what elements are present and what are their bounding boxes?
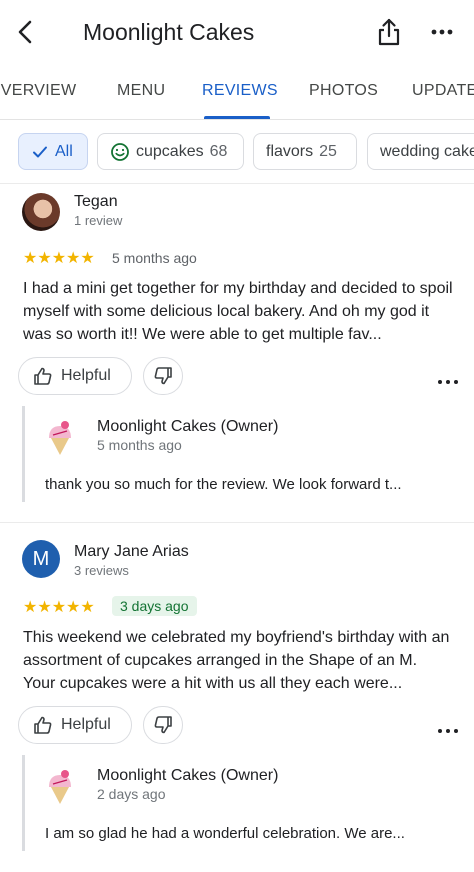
chip-flavors[interactable]: flavors 25 xyxy=(253,133,357,170)
not-helpful-button[interactable] xyxy=(143,357,183,395)
more-horizontal-icon xyxy=(438,729,458,733)
more-options-button[interactable] xyxy=(428,20,456,44)
not-helpful-button[interactable] xyxy=(143,706,183,744)
review-more-button[interactable] xyxy=(437,722,459,733)
owner-response: Moonlight Cakes (Owner) 2 days ago I am … xyxy=(22,755,474,851)
tab-overview[interactable]: OVERVIEW xyxy=(0,82,76,100)
more-horizontal-icon xyxy=(438,380,458,384)
owner-name: Moonlight Cakes (Owner) xyxy=(97,418,279,435)
owner-name: Moonlight Cakes (Owner) xyxy=(97,767,279,784)
reviewer-name[interactable]: Tegan xyxy=(74,193,118,211)
more-horizontal-icon xyxy=(431,29,453,35)
reviewer-review-count: 3 reviews xyxy=(74,563,129,578)
thumbs-up-icon xyxy=(34,716,52,734)
owner-reply-text[interactable]: I am so glad he had a wonderful celebrat… xyxy=(45,825,465,842)
owner-response: Moonlight Cakes (Owner) 5 months ago tha… xyxy=(22,406,474,502)
chip-count: 68 xyxy=(209,142,228,160)
divider xyxy=(0,522,474,523)
owner-reply-text[interactable]: thank you so much for the review. We loo… xyxy=(45,476,465,493)
review-more-button[interactable] xyxy=(437,373,459,384)
business-logo-icon xyxy=(43,418,77,456)
helpful-label: Helpful xyxy=(61,716,111,733)
review-date: 5 months ago xyxy=(112,250,197,266)
chip-all[interactable]: All xyxy=(18,133,88,170)
share-button[interactable] xyxy=(374,17,404,47)
business-logo-icon xyxy=(43,767,77,805)
tab-reviews[interactable]: REVIEWS xyxy=(202,82,278,100)
chip-count: 25 xyxy=(319,142,337,160)
chip-label: All xyxy=(55,142,73,160)
review-filter-chips: All cupcakes 68 flavors 25 wedding cake xyxy=(0,133,474,171)
review-text[interactable]: This weekend we celebrated my boyfriend'… xyxy=(23,626,453,695)
review-card: M Mary Jane Arias 3 reviews ★★★★★ 3 days… xyxy=(0,533,474,872)
avatar[interactable]: M xyxy=(22,540,60,578)
avatar[interactable] xyxy=(22,193,60,231)
smiley-icon xyxy=(110,142,130,162)
thumbs-down-icon xyxy=(154,367,172,385)
page-title: Moonlight Cakes xyxy=(83,19,255,45)
tab-menu[interactable]: MENU xyxy=(117,82,165,100)
reviewer-name[interactable]: Mary Jane Arias xyxy=(74,543,189,561)
review-text[interactable]: I had a mini get together for my birthda… xyxy=(23,277,453,346)
top-app-bar: Moonlight Cakes xyxy=(0,0,474,64)
chip-cupcakes[interactable]: cupcakes 68 xyxy=(97,133,244,170)
active-tab-indicator xyxy=(204,116,270,119)
share-icon xyxy=(378,18,400,46)
chevron-left-icon xyxy=(18,20,32,44)
star-rating: ★★★★★ xyxy=(23,250,95,267)
thumbs-down-icon xyxy=(154,716,172,734)
tab-bar: OVERVIEW MENU REVIEWS PHOTOS UPDATES xyxy=(0,64,474,120)
review-card: Tegan 1 review ★★★★★ 5 months ago I had … xyxy=(0,184,474,522)
back-button[interactable] xyxy=(12,18,40,46)
chip-label: flavors xyxy=(266,142,314,160)
chip-label: wedding cake xyxy=(380,142,474,160)
chip-wedding-cake[interactable]: wedding cake xyxy=(367,133,474,170)
helpful-button[interactable]: Helpful xyxy=(18,706,132,744)
tab-photos[interactable]: PHOTOS xyxy=(309,82,378,100)
reviewer-review-count: 1 review xyxy=(74,213,123,228)
thumbs-up-icon xyxy=(34,367,52,385)
owner-reply-date: 2 days ago xyxy=(97,786,166,802)
check-icon xyxy=(31,143,49,161)
review-date: 3 days ago xyxy=(112,596,197,616)
helpful-button[interactable]: Helpful xyxy=(18,357,132,395)
helpful-label: Helpful xyxy=(61,367,111,384)
star-rating: ★★★★★ xyxy=(23,599,95,616)
owner-reply-date: 5 months ago xyxy=(97,437,182,453)
chip-label: cupcakes xyxy=(136,142,204,160)
tab-updates[interactable]: UPDATES xyxy=(412,82,474,100)
